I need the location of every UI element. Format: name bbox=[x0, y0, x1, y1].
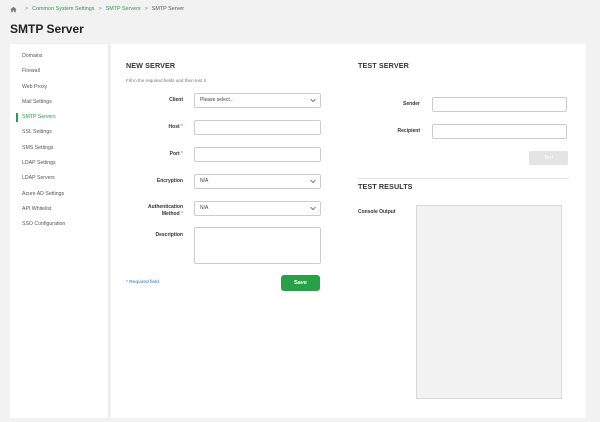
auth-method-select[interactable]: N/A bbox=[194, 201, 321, 216]
test-button[interactable]: Test bbox=[529, 151, 568, 165]
main-panel: NEW SERVER Fill in the required fields a… bbox=[111, 44, 586, 418]
new-server-title: NEW SERVER bbox=[126, 61, 176, 70]
host-label: Host * bbox=[169, 124, 183, 131]
breadcrumb: > Common System Settings > SMTP Servers … bbox=[10, 4, 184, 14]
sidebar-item-ldap-servers[interactable]: LDAP Servers bbox=[10, 171, 108, 186]
required-mark: * bbox=[181, 124, 183, 130]
recipient-label: Recipient bbox=[397, 128, 420, 134]
home-icon[interactable] bbox=[10, 6, 17, 13]
chevron-down-icon bbox=[310, 206, 316, 211]
new-server-hint: Fill in the required fields and then tes… bbox=[126, 78, 206, 83]
chevron-down-icon bbox=[310, 98, 316, 103]
breadcrumb-smtp-servers[interactable]: SMTP Servers bbox=[106, 6, 141, 12]
test-server-title: TEST SERVER bbox=[358, 61, 409, 70]
section-divider bbox=[358, 178, 569, 179]
auth-method-label: Authentication Method * bbox=[148, 204, 183, 218]
encryption-select[interactable]: N/A bbox=[194, 174, 321, 189]
host-label-text: Host bbox=[168, 124, 180, 130]
sidebar-item-ldap-settings[interactable]: LDAP Settings bbox=[10, 156, 108, 171]
sidebar-item-firewall[interactable]: Firewall bbox=[10, 64, 108, 79]
encryption-label: Encryption bbox=[156, 178, 183, 184]
auth-method-label-line1: Authentication bbox=[148, 204, 183, 210]
sidebar-item-api-whitelist[interactable]: API Whitelist bbox=[10, 202, 108, 217]
sidebar-item-sso-configuration[interactable]: SSO Configuration bbox=[10, 217, 108, 232]
breadcrumb-current: SMTP Server bbox=[151, 6, 185, 12]
sidebar-item-domains[interactable]: Domains bbox=[10, 49, 108, 64]
description-textarea[interactable] bbox=[194, 227, 321, 264]
auth-method-label-line2: Method bbox=[161, 211, 180, 217]
recipient-input[interactable] bbox=[432, 124, 567, 139]
encryption-select-value: N/A bbox=[200, 178, 209, 184]
client-label: Client bbox=[169, 97, 183, 103]
test-results-title: TEST RESULTS bbox=[358, 182, 413, 191]
chevron-down-icon bbox=[310, 179, 316, 184]
page-title: SMTP Server bbox=[10, 22, 84, 36]
port-label: Port * bbox=[170, 151, 183, 158]
sidebar-item-ssl-settings[interactable]: SSL Settings bbox=[10, 125, 108, 140]
required-field-note: * Required field. bbox=[126, 280, 161, 285]
sidebar-item-smtp-servers[interactable]: SMTP Servers bbox=[10, 110, 108, 125]
settings-sidebar: Domains Firewall Web Proxy Mail Settings… bbox=[10, 44, 108, 418]
auth-method-select-value: N/A bbox=[200, 205, 209, 211]
breadcrumb-common-system-settings[interactable]: Common System Settings bbox=[32, 6, 94, 12]
client-select[interactable]: Please select... bbox=[194, 93, 321, 108]
auth-method-label-line2-row: Method * bbox=[148, 211, 183, 218]
breadcrumb-separator: > bbox=[25, 6, 29, 12]
breadcrumb-separator: > bbox=[98, 6, 102, 12]
required-mark: * bbox=[181, 211, 183, 217]
host-input[interactable] bbox=[194, 120, 321, 135]
console-output-label: Console Output bbox=[358, 209, 396, 215]
breadcrumb-separator: > bbox=[144, 6, 148, 12]
sidebar-item-web-proxy[interactable]: Web Proxy bbox=[10, 80, 108, 95]
sender-input[interactable] bbox=[432, 97, 567, 112]
save-button[interactable]: Save bbox=[281, 275, 320, 291]
sidebar-item-mail-settings[interactable]: Mail Settings bbox=[10, 95, 108, 110]
description-label: Description bbox=[155, 232, 183, 238]
port-input[interactable] bbox=[194, 147, 321, 162]
port-label-text: Port bbox=[169, 151, 180, 157]
console-output-box[interactable] bbox=[416, 205, 562, 399]
sidebar-item-sms-settings[interactable]: SMS Settings bbox=[10, 141, 108, 156]
sidebar-item-azure-ad-settings[interactable]: Azure AD Settings bbox=[10, 187, 108, 202]
client-select-value: Please select... bbox=[200, 97, 234, 103]
required-mark: * bbox=[181, 151, 183, 157]
sender-label: Sender bbox=[403, 101, 420, 107]
